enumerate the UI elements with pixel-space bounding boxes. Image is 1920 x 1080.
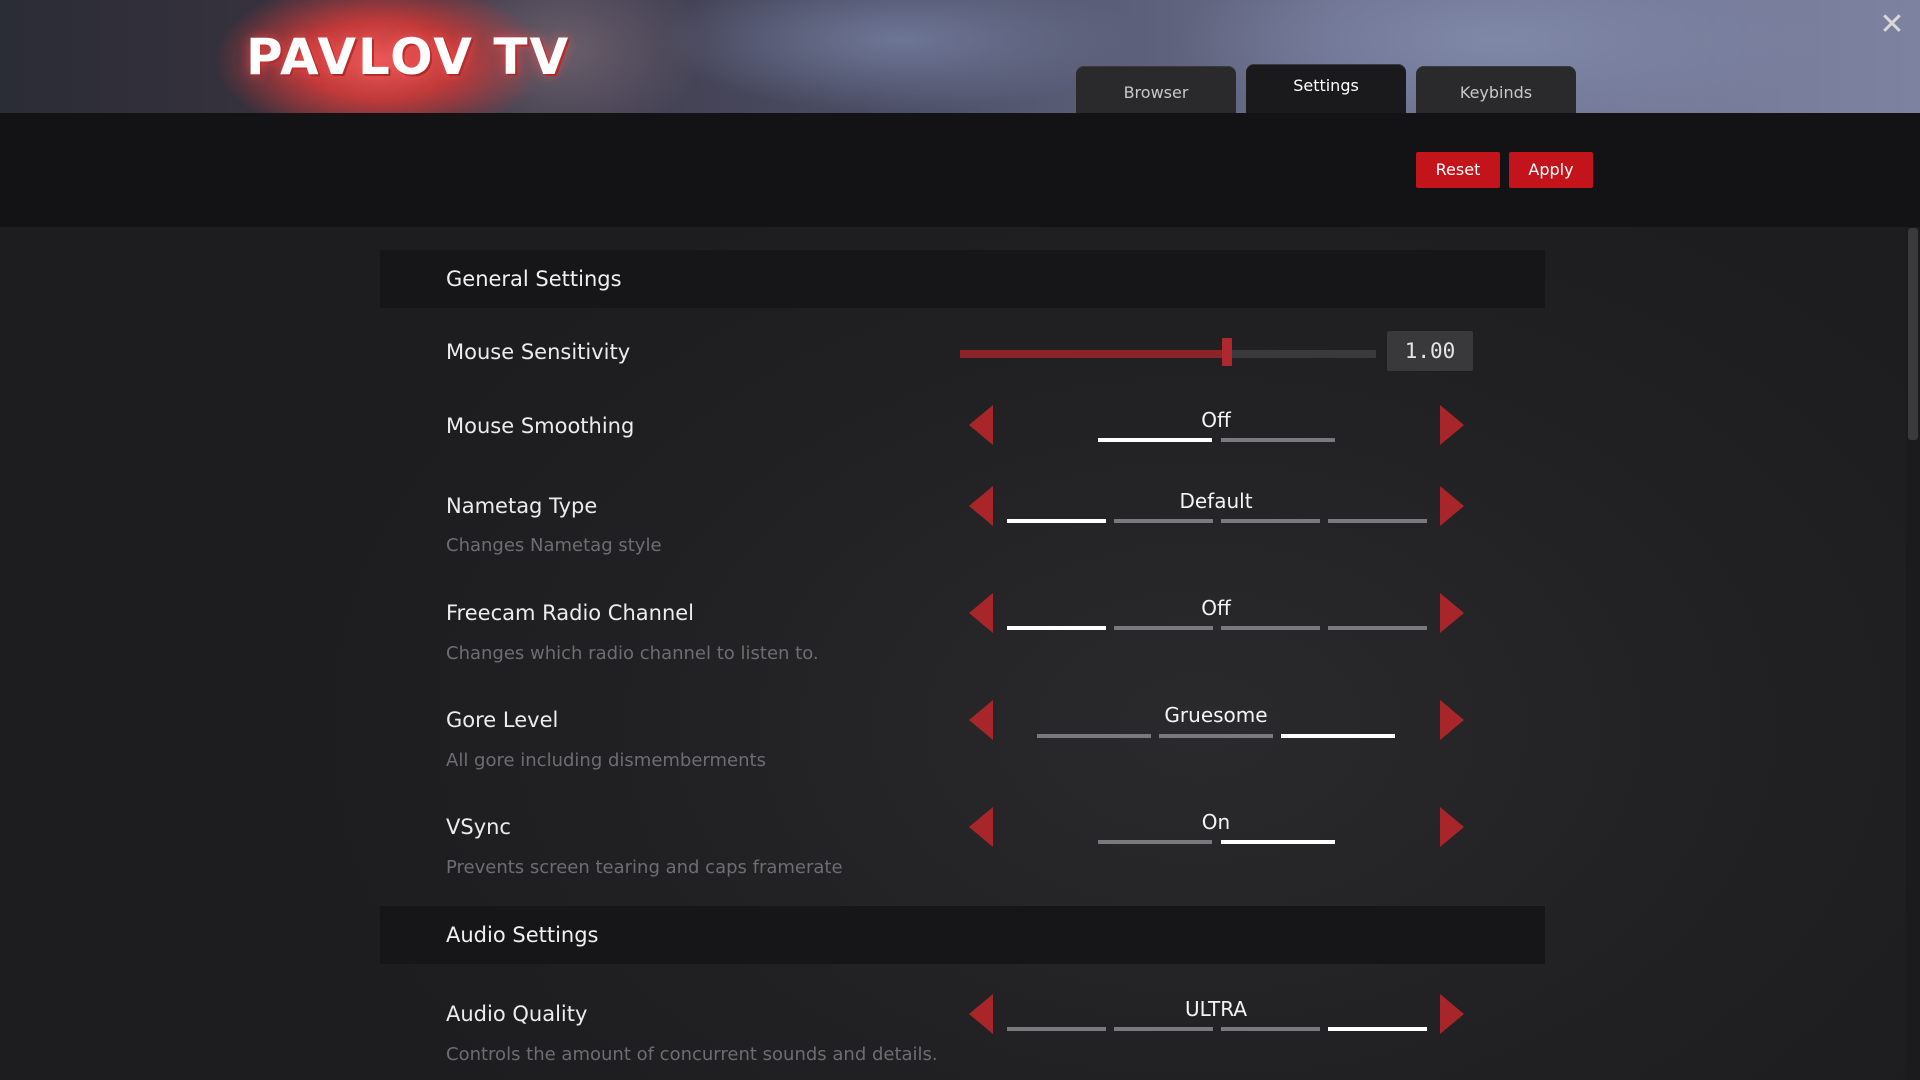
section-header-general: General Settings — [380, 250, 1545, 308]
nametag-type-description: Changes Nametag style — [446, 535, 662, 556]
vsync-prev-arrow-icon[interactable] — [969, 807, 993, 847]
audio-quality-segment — [1114, 1027, 1213, 1031]
nametag-type-next-arrow-icon[interactable] — [1440, 486, 1464, 526]
gore-level-description: All gore including dismemberments — [446, 750, 766, 771]
close-icon[interactable]: ✕ — [1877, 10, 1907, 40]
pavlov-tv-logo: PAVLOV TV — [246, 28, 571, 86]
audio-quality-prev-arrow-icon[interactable] — [969, 994, 993, 1034]
tab-browser[interactable]: Browser — [1076, 66, 1236, 113]
freecam-radio-segment — [1114, 626, 1213, 630]
freecam-radio-prev-arrow-icon[interactable] — [969, 593, 993, 633]
audio-quality-segment — [1007, 1027, 1106, 1031]
gore-level-value: Gruesome — [1164, 703, 1268, 727]
mouse-smoothing-segment — [1221, 438, 1335, 442]
mouse-smoothing-segment — [1098, 438, 1212, 442]
gore-level-next-arrow-icon[interactable] — [1440, 700, 1464, 740]
scrollbar-thumb[interactable] — [1908, 228, 1918, 440]
vsync-description: Prevents screen tearing and caps framera… — [446, 857, 843, 878]
mouse-smoothing-prev-arrow-icon[interactable] — [969, 405, 993, 445]
nametag-type-segment — [1007, 519, 1106, 523]
audio-quality-label: Audio Quality — [446, 1002, 588, 1026]
nametag-type-prev-arrow-icon[interactable] — [969, 486, 993, 526]
apply-button[interactable]: Apply — [1509, 152, 1593, 188]
gore-level-prev-arrow-icon[interactable] — [969, 700, 993, 740]
reset-button[interactable]: Reset — [1416, 152, 1500, 188]
audio-quality-segment — [1328, 1027, 1427, 1031]
vsync-next-arrow-icon[interactable] — [1440, 807, 1464, 847]
nametag-type-label: Nametag Type — [446, 494, 598, 518]
freecam-radio-next-arrow-icon[interactable] — [1440, 593, 1464, 633]
gore-level-segment — [1281, 734, 1395, 738]
audio-quality-description: Controls the amount of concurrent sounds… — [446, 1044, 938, 1065]
nametag-type-value: Default — [1179, 489, 1253, 513]
freecam-radio-channel-label: Freecam Radio Channel — [446, 601, 695, 625]
mouse-sensitivity-slider-handle[interactable] — [1222, 338, 1232, 366]
tab-settings[interactable]: Settings — [1246, 64, 1406, 113]
mouse-sensitivity-value[interactable]: 1.00 — [1387, 331, 1473, 371]
nametag-type-segment — [1221, 519, 1320, 523]
freecam-radio-segment — [1328, 626, 1427, 630]
vsync-label: VSync — [446, 815, 511, 839]
gore-level-segment — [1159, 734, 1273, 738]
mouse-sensitivity-slider-fill — [960, 350, 1226, 358]
mouse-smoothing-next-arrow-icon[interactable] — [1440, 405, 1464, 445]
section-header-audio: Audio Settings — [380, 906, 1545, 964]
vsync-segment — [1098, 840, 1212, 844]
mouse-smoothing-label: Mouse Smoothing — [446, 414, 635, 438]
freecam-radio-segment — [1007, 626, 1106, 630]
audio-quality-value: ULTRA — [1184, 997, 1247, 1021]
audio-quality-next-arrow-icon[interactable] — [1440, 994, 1464, 1034]
vsync-value: On — [1201, 810, 1231, 834]
vsync-segment — [1221, 840, 1335, 844]
gore-level-label: Gore Level — [446, 708, 559, 732]
mouse-sensitivity-label: Mouse Sensitivity — [446, 340, 631, 364]
freecam-radio-channel-description: Changes which radio channel to listen to… — [446, 643, 819, 664]
audio-quality-segment — [1221, 1027, 1320, 1031]
nametag-type-segment — [1328, 519, 1427, 523]
mouse-smoothing-value: Off — [1201, 408, 1231, 432]
nametag-type-segment — [1114, 519, 1213, 523]
freecam-radio-value: Off — [1201, 596, 1231, 620]
gore-level-segment — [1037, 734, 1151, 738]
action-bar — [0, 113, 1920, 227]
tab-keybinds[interactable]: Keybinds — [1416, 66, 1576, 113]
freecam-radio-segment — [1221, 626, 1320, 630]
